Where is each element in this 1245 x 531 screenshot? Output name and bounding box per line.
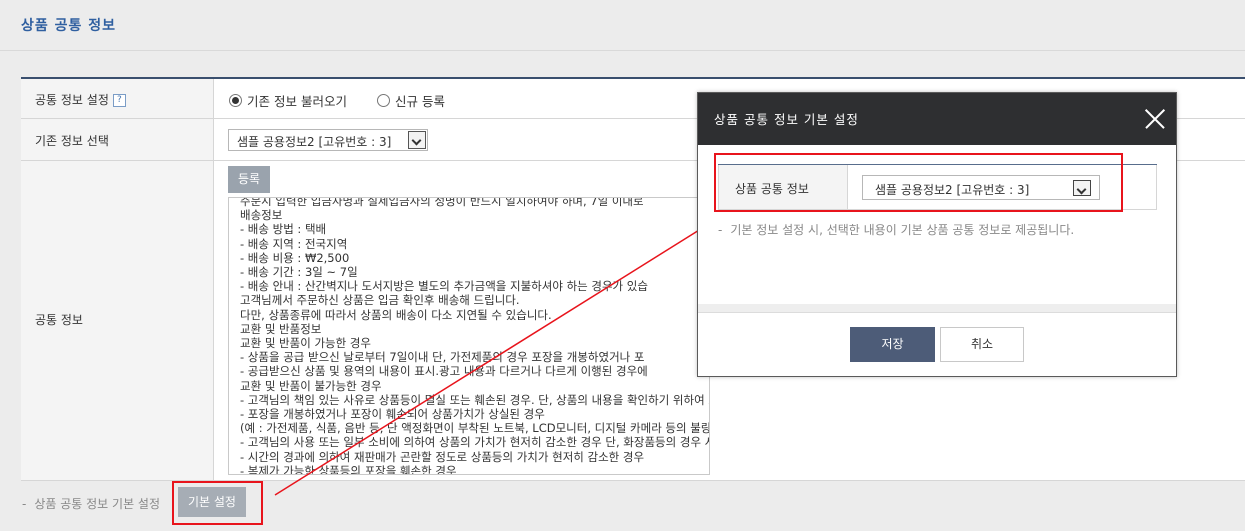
highlight-box-modal-select: [714, 153, 1123, 212]
save-button[interactable]: 저장: [850, 327, 935, 362]
modal-footer: 저장 취소: [698, 313, 1176, 376]
close-icon[interactable]: [1144, 108, 1166, 130]
modal-header: 상품 공통 정보 기본 설정: [698, 93, 1176, 145]
modal-note: - 기본 정보 설정 시, 선택한 내용이 기본 상품 공통 정보로 제공됩니다.: [718, 223, 1075, 237]
arrow-line: [274, 220, 715, 496]
modal-title: 상품 공통 정보 기본 설정: [714, 112, 859, 127]
default-setting-modal: 상품 공통 정보 기본 설정 상품 공통 정보 샘플 공용정보2 [고유번호 :…: [697, 92, 1177, 377]
bullet-dash: -: [718, 223, 723, 237]
modal-divider: [698, 304, 1176, 313]
cancel-button[interactable]: 취소: [940, 327, 1024, 362]
